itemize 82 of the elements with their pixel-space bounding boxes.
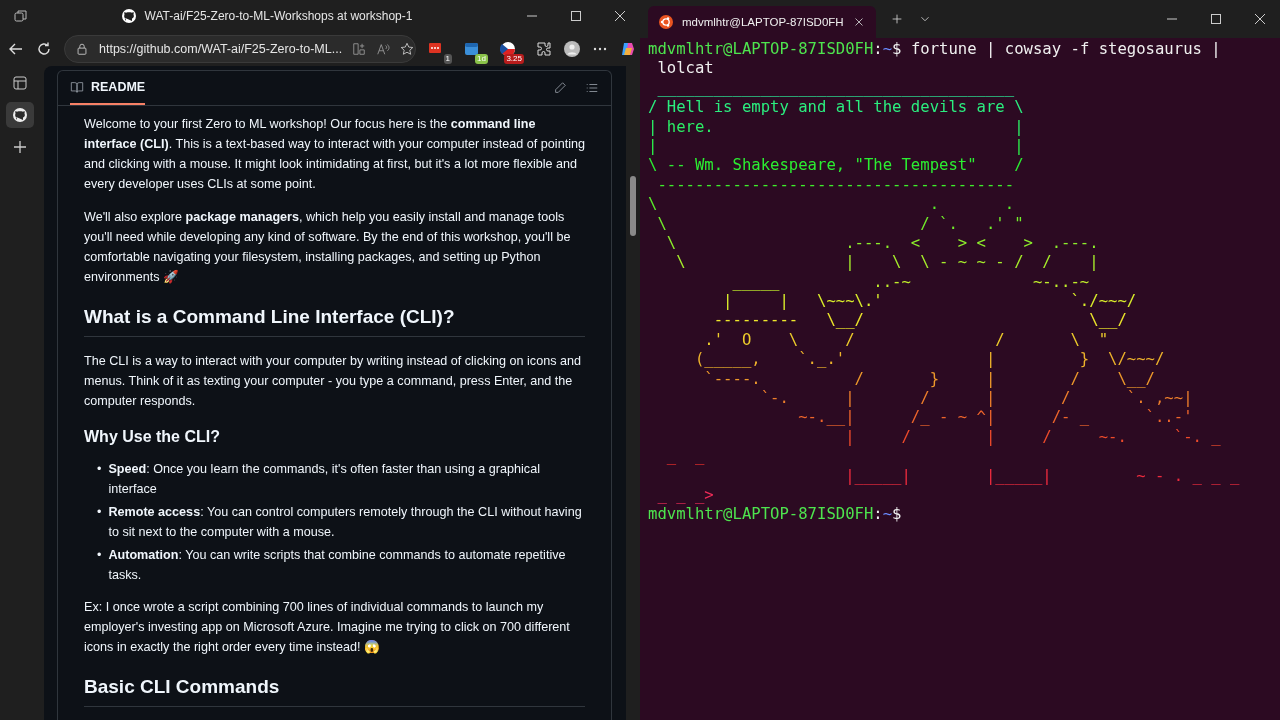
bullet-marker: •	[97, 547, 102, 564]
ascii-art-line: `-. | / | / `. ,~~|	[759, 389, 1193, 408]
ascii-art-line: | |	[648, 136, 1024, 155]
scrollbar-thumb[interactable]	[630, 176, 636, 236]
ascii-art-line: \ . .	[648, 195, 1015, 214]
flag-circle-icon	[500, 40, 516, 57]
terminal-tab[interactable]: mdvmlhtr@LAPTOP-87ISD0FH	[648, 6, 876, 38]
prompt-colon: :	[873, 505, 883, 524]
tab-panel-icon	[12, 75, 28, 91]
command-text: fortune | cowsay -f stegosaurus |	[909, 40, 1221, 58]
ascii-art-line: --------------------------------------	[656, 175, 1015, 194]
ascii-art-line: _ _	[665, 447, 705, 466]
refresh-icon[interactable]	[36, 41, 52, 57]
ascii-art-line: | / | / ~-. `-. _	[844, 427, 1221, 446]
paragraph: The CLI is a way to interact with your computer by writing instead of clicking on icons and menus. Think of it as texting your computer - you type a command, press Enter, and the computer responds.	[84, 353, 582, 410]
plus-icon	[12, 139, 28, 155]
maximize-icon[interactable]	[1208, 11, 1224, 27]
subheading: Why Use the CLI?	[84, 427, 221, 447]
pencil-icon[interactable]	[553, 81, 567, 95]
close-icon[interactable]	[1252, 11, 1268, 27]
prompt-symbol: $	[892, 40, 902, 58]
prompt-colon: :	[873, 40, 883, 58]
count-badge: 3.25	[504, 53, 524, 64]
ascii-art-line: --------- \__/ \__/	[712, 311, 1127, 330]
url-text: https://github.com/WAT-ai/F25-Zero-to-ML...	[99, 42, 343, 56]
star-icon[interactable]	[400, 42, 415, 56]
lock-icon	[75, 42, 89, 56]
ascii-art-line: | | \~~~\.' `./~~~/	[722, 292, 1137, 311]
cat-logo-icon	[12, 107, 28, 123]
workspaces-icon[interactable]	[13, 8, 29, 24]
prompt-path: ~	[882, 40, 893, 58]
bullet-item: Automation: You can write scripts that combine commands to automate repetitive tasks.	[108, 547, 567, 584]
cat-logo-icon	[120, 8, 137, 24]
heading: Basic CLI Commands	[84, 675, 585, 707]
copilot-icon[interactable]	[620, 41, 636, 57]
sidebar-button[interactable]	[6, 102, 34, 128]
ascii-art-line: \ .---. < > < > .---.	[665, 233, 1099, 252]
count-badge: 1d	[475, 53, 488, 64]
calendar-icon	[464, 40, 480, 57]
window-title: WAT-ai/F25-Zero-to-ML-Workshops at workshop-1	[144, 9, 413, 23]
ascii-art-line: \ | \ \ - ~ ~ - / / |	[675, 253, 1099, 272]
bullet-item: Remote access: You can control computers remotely through the CLI without having to sit next to the computer with a mouse.	[108, 504, 583, 541]
prompt-symbol: $	[892, 505, 902, 524]
ascii-art-line: (_____, `._.' | } \/~~~/	[693, 350, 1165, 369]
book-icon	[70, 80, 84, 94]
heading: What is a Command Line Interface (CLI)?	[84, 305, 585, 337]
paragraph: Ex: I once wrote a script combining 700 lines of individual commands to launch my employer's investing app on Microsoft Azure. Imagine me trying to click on 700 different icons in exactly the right order every time instead! 😱	[84, 599, 571, 656]
readme-tab[interactable]: README	[70, 71, 146, 105]
ascii-art-line: .' O \ / / \ "	[703, 330, 1109, 349]
address-bar[interactable]: https://github.com/WAT-ai/F25-Zero-to-ML...	[64, 35, 416, 63]
prompt-path: ~	[882, 505, 893, 524]
split-screen-icon[interactable]	[352, 42, 367, 56]
ascii-art-line: _ _ _>	[656, 486, 714, 504]
extensions-icon[interactable]	[536, 41, 552, 57]
ascii-art-line: \ -- Wm. Shakespeare, "The Tempest" /	[648, 156, 1024, 175]
ascii-art-line: / Hell is empty and all the devils are \	[648, 98, 1024, 117]
extension-button[interactable]: 3.25	[500, 40, 524, 64]
maximize-icon[interactable]	[568, 8, 584, 24]
profile-avatar-icon[interactable]	[564, 41, 580, 57]
paragraph: Welcome to your first Zero to ML workshop! Our focus here is the command line interface (CLI). This is a text-based way to interact with your computer instead of pointing and clicking with a mouse. It might look intimidating at first, but it's a lot more flexible and every developer uses CLIs at some point.	[84, 116, 585, 193]
command-text: lolcat	[656, 59, 714, 78]
ascii-art-line: | here. |	[648, 117, 1024, 136]
prompt-user-host: mdvmlhtr@LAPTOP-87ISD0FH	[648, 505, 874, 524]
back-icon[interactable]	[8, 41, 24, 57]
ascii-art-line: |_____| |_____| ~ - . _ _ _	[844, 466, 1240, 485]
ascii-art-line: \ / `. .' "	[656, 214, 1024, 233]
close-icon[interactable]	[612, 8, 628, 24]
ascii-art-line: `----. / } | / \__/	[703, 369, 1155, 388]
prompt-user-host: mdvmlhtr@LAPTOP-87ISD0FH	[648, 40, 874, 58]
ascii-art-line: ______________________________________	[656, 78, 1015, 97]
paragraph: We'll also explore package managers, which help you easily install and manage tools you'll need while developing any kind of software. By the end of this workshop, you'll be comfortable navigating your filesystem, installing packages, and setting up Python environments 🚀	[84, 209, 572, 286]
ubuntu-circle-icon	[658, 14, 674, 30]
list-icon[interactable]	[585, 81, 599, 95]
bullet-item: Speed: Once you learn the commands, it's often faster than using a graphical interface	[108, 461, 541, 498]
count-badge: 1	[443, 53, 452, 64]
read-aloud-icon[interactable]	[376, 42, 391, 56]
tab-title: mdvmlhtr@LAPTOP-87ISD0FH	[682, 16, 844, 28]
bullet-marker: •	[97, 461, 102, 478]
ascii-art-line: _____ ..-~ ~-..-~	[731, 272, 1090, 291]
bullet-marker: •	[97, 504, 102, 521]
extension-button[interactable]: 1	[428, 40, 452, 64]
ascii-art-line: ~-.__| /_ - ~ ^| /- _ `..-'	[797, 408, 1193, 427]
